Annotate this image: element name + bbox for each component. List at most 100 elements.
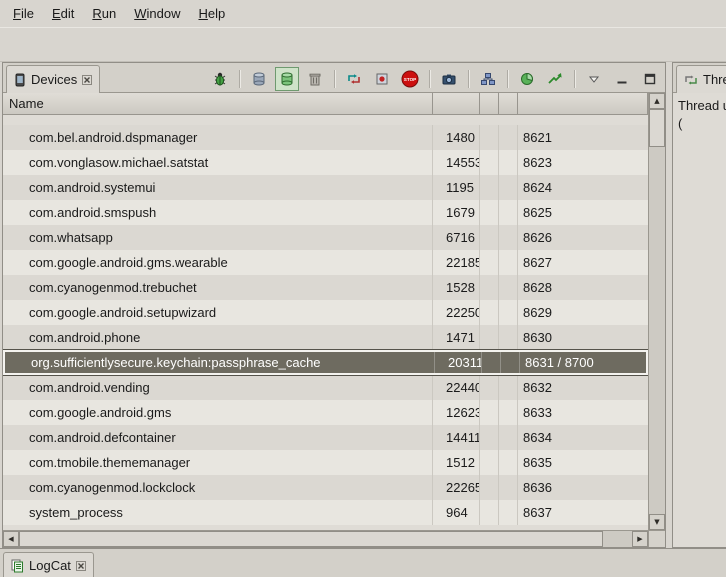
update-threads-icon[interactable] (342, 67, 366, 91)
process-port: 8626 (518, 225, 648, 250)
threads-content: Thread up ( (673, 93, 726, 547)
process-pid: 22185 (433, 250, 480, 275)
scrollbar-corner (648, 530, 665, 547)
cause-gc-icon[interactable] (303, 67, 327, 91)
debug-icon[interactable] (208, 67, 232, 91)
process-row[interactable]: com.tmobile.thememanager 1512 8635 (3, 450, 648, 475)
screen-capture-icon[interactable] (437, 67, 461, 91)
tab-threads-label: Threads (703, 72, 726, 87)
devices-view: Devices (2, 62, 666, 548)
system-info-icon[interactable] (515, 67, 539, 91)
arrow-down-icon: ▼ (654, 519, 659, 526)
process-port: 8637 (518, 500, 648, 525)
menu-edit[interactable]: Edit (43, 1, 83, 26)
column-header-name[interactable]: Name (3, 93, 433, 115)
process-port: 8625 (518, 200, 648, 225)
update-heap-icon[interactable] (247, 67, 271, 91)
process-row[interactable]: com.android.smspush 1679 8625 (3, 200, 648, 225)
horizontal-scrollbar[interactable]: ◀ ▶ (3, 530, 648, 547)
process-pid: 12623 (433, 400, 480, 425)
devices-toolbar: STOP (208, 66, 662, 92)
process-name: com.android.smspush (3, 200, 433, 225)
stop-process-icon[interactable]: STOP (398, 67, 422, 91)
menu-file[interactable]: File (4, 1, 43, 26)
process-col-spacer-1 (480, 450, 499, 475)
process-col-spacer-1 (480, 175, 499, 200)
process-row[interactable]: com.whatsapp 6716 8626 (3, 225, 648, 250)
process-name: com.whatsapp (3, 225, 433, 250)
process-row[interactable]: com.android.vending 22440 8632 (3, 375, 648, 400)
process-pid: 1512 (433, 450, 480, 475)
column-header-pid[interactable] (433, 93, 480, 115)
process-col-spacer-1 (480, 125, 499, 150)
maximize-icon[interactable] (638, 67, 662, 91)
process-name: com.android.phone (3, 325, 433, 350)
process-pid: 14411 (433, 425, 480, 450)
toolbar-separator (468, 70, 469, 88)
process-row[interactable]: com.vonglasow.michael.satstat 14553 8623 (3, 150, 648, 175)
process-col-spacer-1 (480, 400, 499, 425)
devices-tab-bar: Devices (3, 63, 665, 93)
process-row[interactable]: com.cyanogenmod.lockclock 22265 8636 (3, 475, 648, 500)
close-icon[interactable] (76, 561, 86, 571)
process-pid: 6716 (433, 225, 480, 250)
scroll-right-button[interactable]: ▶ (632, 531, 648, 547)
dump-hprof-icon[interactable] (275, 67, 299, 91)
process-row[interactable]: org.sufficientlysecure.keychain:passphra… (3, 350, 648, 375)
process-col-spacer-2 (501, 352, 520, 373)
minimize-icon[interactable] (610, 67, 634, 91)
column-header-port[interactable] (518, 93, 648, 115)
column-header-spacer-1 (480, 93, 499, 115)
process-row[interactable]: com.bel.android.dspmanager 1480 8621 (3, 125, 648, 150)
process-port: 8631 / 8700 (520, 352, 646, 373)
process-pid: 22440 (433, 375, 480, 400)
toolbar-separator (574, 70, 575, 88)
process-col-spacer-1 (482, 352, 501, 373)
scroll-up-button[interactable]: ▲ (649, 93, 665, 109)
scroll-down-button[interactable]: ▼ (649, 514, 665, 530)
process-port: 8630 (518, 325, 648, 350)
scroll-left-button[interactable]: ◀ (3, 531, 19, 547)
menu-window[interactable]: Window (125, 1, 189, 26)
tab-logcat[interactable]: LogCat (3, 552, 94, 577)
view-hierarchy-icon[interactable] (476, 67, 500, 91)
process-pid: 22250 (433, 300, 480, 325)
toolbar-separator (334, 70, 335, 88)
process-row[interactable]: com.cyanogenmod.trebuchet 1528 8628 (3, 275, 648, 300)
toolbar-separator (239, 70, 240, 88)
process-row[interactable]: com.android.systemui 1195 8624 (3, 175, 648, 200)
process-col-spacer-1 (480, 250, 499, 275)
process-name: com.android.systemui (3, 175, 433, 200)
tab-threads[interactable]: Threads (676, 65, 726, 93)
process-col-spacer-1 (480, 275, 499, 300)
process-row[interactable]: com.android.defcontainer 14411 8634 (3, 425, 648, 450)
method-profiling-icon[interactable] (370, 67, 394, 91)
process-col-spacer-2 (499, 500, 518, 525)
process-port: 8621 (518, 125, 648, 150)
menu-help[interactable]: Help (189, 1, 234, 26)
process-col-spacer-2 (499, 250, 518, 275)
process-row[interactable]: com.google.android.gms 12623 8633 (3, 400, 648, 425)
vertical-scrollbar[interactable]: ▲ ▼ (648, 93, 665, 530)
process-port: 8633 (518, 400, 648, 425)
process-row[interactable]: com.android.phone 1471 8630 (3, 325, 648, 350)
view-menu-icon[interactable] (582, 67, 606, 91)
column-header-spacer-2 (499, 93, 518, 115)
close-icon[interactable] (82, 75, 92, 85)
process-col-spacer-2 (499, 300, 518, 325)
process-col-spacer-2 (499, 450, 518, 475)
horizontal-scroll-thumb[interactable] (19, 531, 603, 547)
process-port: 8634 (518, 425, 648, 450)
menu-run[interactable]: Run (83, 1, 125, 26)
process-pid: 1195 (433, 175, 480, 200)
threads-message-line-2: ( (678, 115, 721, 133)
tab-devices[interactable]: Devices (6, 65, 100, 93)
process-port: 8636 (518, 475, 648, 500)
process-table: Name com.bel.android.dspmanager 1480 862… (3, 93, 648, 530)
process-row[interactable]: com.google.android.gms.wearable 22185 86… (3, 250, 648, 275)
process-pid: 20311 (435, 352, 482, 373)
process-row[interactable]: com.google.android.setupwizard 22250 862… (3, 300, 648, 325)
vertical-scroll-thumb[interactable] (649, 109, 665, 147)
process-row[interactable]: system_process 964 8637 (3, 500, 648, 525)
start-tracing-icon[interactable] (543, 67, 567, 91)
